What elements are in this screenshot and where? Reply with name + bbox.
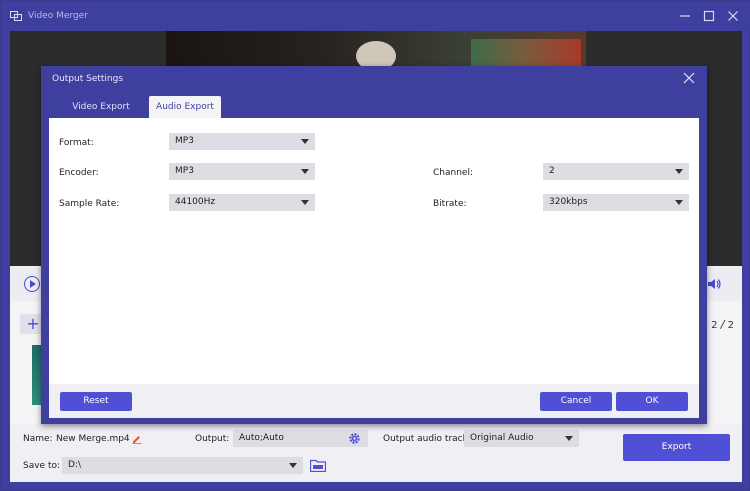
- play-icon[interactable]: [24, 276, 40, 292]
- chevron-down-icon: [301, 200, 309, 205]
- audio-track-value: Original Audio: [470, 433, 534, 443]
- encoder-select[interactable]: MP3: [169, 163, 315, 180]
- chevron-down-icon: [301, 169, 309, 174]
- audio-track-select[interactable]: Original Audio: [464, 430, 579, 447]
- maximize-icon[interactable]: [701, 8, 717, 24]
- audio-export-panel: Format: MP3 Encoder: MP3 Sample Rate: 44…: [49, 118, 699, 384]
- bitrate-value: 320kbps: [549, 197, 588, 207]
- audio-track-label: Output audio track:: [383, 434, 471, 444]
- cancel-button[interactable]: Cancel: [540, 392, 612, 411]
- window-title: Video Merger: [28, 11, 88, 21]
- dialog-footer: Reset Cancel OK: [49, 384, 699, 418]
- save-to-label: Save to:: [23, 461, 61, 471]
- gear-icon[interactable]: [348, 432, 361, 445]
- chevron-down-icon: [565, 436, 573, 441]
- title-bar: Video Merger: [1, 1, 750, 31]
- format-select[interactable]: MP3: [169, 133, 315, 150]
- chevron-down-icon: [301, 139, 309, 144]
- sample-rate-label: Sample Rate:: [59, 199, 120, 209]
- channel-select[interactable]: 2: [543, 163, 689, 180]
- folder-icon[interactable]: [310, 459, 326, 472]
- bitrate-label: Bitrate:: [433, 199, 467, 209]
- close-icon[interactable]: [682, 71, 696, 85]
- page-indicator: 2 / 2: [711, 318, 734, 331]
- chevron-down-icon: [675, 200, 683, 205]
- channel-value: 2: [549, 166, 555, 176]
- format-label: Format:: [59, 138, 94, 148]
- sample-rate-value: 44100Hz: [175, 197, 216, 207]
- tab-audio-export[interactable]: Audio Export: [149, 96, 221, 118]
- output-value: Auto;Auto: [239, 433, 284, 443]
- name-value[interactable]: New Merge.mp4: [56, 434, 130, 444]
- reset-button[interactable]: Reset: [60, 392, 132, 411]
- name-label: Name:: [23, 434, 53, 444]
- page-current: 2: [711, 320, 718, 331]
- export-button[interactable]: Export: [623, 434, 730, 461]
- volume-icon[interactable]: [706, 276, 722, 292]
- bottom-bar: Name: New Merge.mp4 Output: Auto;Auto Ou…: [10, 424, 742, 482]
- save-to-select[interactable]: D:\: [62, 457, 303, 474]
- output-label: Output:: [195, 434, 230, 444]
- sample-rate-select[interactable]: 44100Hz: [169, 194, 315, 211]
- minimize-icon[interactable]: [677, 8, 693, 24]
- app-logo-icon: [10, 11, 22, 21]
- save-to-value: D:\: [68, 460, 81, 470]
- tab-video-export[interactable]: Video Export: [59, 96, 143, 118]
- channel-label: Channel:: [433, 168, 473, 178]
- ok-button[interactable]: OK: [616, 392, 688, 411]
- encoder-value: MP3: [175, 166, 194, 176]
- encoder-label: Encoder:: [59, 168, 99, 178]
- chevron-down-icon: [289, 463, 297, 468]
- page-total: 2: [727, 320, 734, 331]
- chevron-down-icon: [675, 169, 683, 174]
- format-value: MP3: [175, 136, 194, 146]
- page-separator: /: [720, 318, 725, 331]
- bitrate-select[interactable]: 320kbps: [543, 194, 689, 211]
- output-settings-dialog: Output Settings Video Export Audio Expor…: [41, 66, 707, 424]
- dialog-title: Output Settings: [52, 74, 124, 84]
- edit-icon[interactable]: [132, 434, 142, 444]
- close-icon[interactable]: [725, 8, 741, 24]
